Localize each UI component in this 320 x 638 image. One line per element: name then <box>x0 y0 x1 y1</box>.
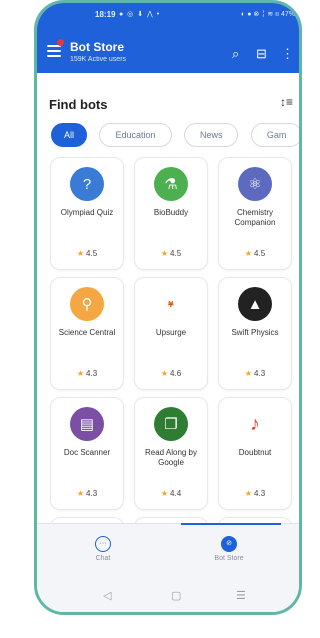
bot-name: Olympiad Quiz <box>60 208 114 217</box>
star-icon: ★ <box>244 369 253 378</box>
star-icon: ★ <box>76 489 85 498</box>
status-time: 18:19 <box>95 10 116 19</box>
bot-card-doubtnut[interactable]: ♪ Doubtnut ★ 4.3 <box>218 397 292 510</box>
bot-card-science-central[interactable]: ⚲ Science Central ★ 4.3 <box>50 277 124 390</box>
star-icon: ★ <box>160 489 169 498</box>
star-icon: ★ <box>160 369 169 378</box>
recents-icon[interactable]: ☰ <box>236 589 246 602</box>
rocket-icon: ▲ <box>238 287 272 321</box>
system-nav-bar: ◁ ▢ ☰ <box>37 581 299 612</box>
scan-icon[interactable]: ⊟ <box>256 46 267 62</box>
star-icon: ★ <box>244 249 253 258</box>
chat-icon: ··· <box>95 536 111 552</box>
bot-name: Chemistry Companion <box>234 208 276 227</box>
compass-icon: ⊘ <box>221 536 237 552</box>
chip-games[interactable]: Gam <box>250 123 299 147</box>
bot-name: Read Along by Google <box>144 448 198 467</box>
nav-bot-store[interactable]: ⊘ Bot Store <box>189 536 269 562</box>
status-icons-right: ◐ ● ⊗ ╎ ≋ ıı 47% <box>241 11 295 18</box>
bot-card-read-along[interactable]: ❐ Read Along by Google ★ 4.4 <box>134 397 208 510</box>
document-icon: ▤ <box>70 407 104 441</box>
status-bar: 18:19 ● ◎ ⬇ ⋀ • ◐ ● ⊗ ╎ ≋ ıı 47% <box>37 3 299 25</box>
status-icons-left: ● ◎ ⬇ ⋀ • <box>119 11 161 18</box>
bot-card-olympiad-quiz[interactable]: ? Olympiad Quiz ★ 4.5 <box>50 157 124 270</box>
phone-frame: 18:19 ● ◎ ⬇ ⋀ • ◐ ● ⊗ ╎ ≋ ıı 47% Bot Sto… <box>34 0 302 615</box>
book-icon: ❐ <box>154 407 188 441</box>
search-icon[interactable]: ⌕ <box>232 46 239 62</box>
bot-name: Upsurge <box>155 328 187 337</box>
bottom-nav: ··· Chat ⊘ Bot Store <box>37 523 299 581</box>
more-vertical-icon[interactable]: ⋮ <box>281 46 294 62</box>
magnifier-icon: ⚲ <box>70 287 104 321</box>
bot-rating: ★ 4.3 <box>76 369 98 378</box>
bot-rating: ★ 4.3 <box>76 489 98 498</box>
flask-icon: ⚛ <box>238 167 272 201</box>
bot-name: BioBuddy <box>153 208 189 217</box>
sort-icon[interactable]: ↕≡ <box>280 95 293 109</box>
active-tab-indicator <box>181 523 281 525</box>
star-icon: ★ <box>76 249 85 258</box>
bot-name: Science Central <box>58 328 116 337</box>
back-icon[interactable]: ◁ <box>103 589 111 602</box>
bot-rating: ★ 4.5 <box>160 249 182 258</box>
chip-news[interactable]: News <box>183 123 239 147</box>
menu-icon[interactable] <box>47 45 61 57</box>
bot-card-swift-physics[interactable]: ▲ Swift Physics ★ 4.3 <box>218 277 292 390</box>
chip-education[interactable]: Education <box>99 123 172 147</box>
microscope-icon: ⚗ <box>154 167 188 201</box>
nav-chat-label: Chat <box>95 555 111 562</box>
nav-chat[interactable]: ··· Chat <box>63 536 143 562</box>
bot-rating: ★ 4.5 <box>244 249 266 258</box>
app-title: Bot Store <box>70 40 124 54</box>
bot-name: Doc Scanner <box>63 448 111 457</box>
app-bar: 18:19 ● ◎ ⬇ ⋀ • ◐ ● ⊗ ╎ ≋ ıı 47% Bot Sto… <box>37 3 299 73</box>
bot-rating: ★ 4.5 <box>76 249 98 258</box>
bot-rating: ★ 4.4 <box>160 489 182 498</box>
upsurge-logo-icon: 🦊 <box>154 287 188 321</box>
doubtnut-logo-icon: ♪ <box>238 407 272 441</box>
bot-card-doc-scanner[interactable]: ▤ Doc Scanner ★ 4.3 <box>50 397 124 510</box>
bot-rating: ★ 4.6 <box>160 369 182 378</box>
star-icon: ★ <box>244 489 253 498</box>
bot-rating: ★ 4.3 <box>244 369 266 378</box>
bot-rating: ★ 4.3 <box>244 489 266 498</box>
star-icon: ★ <box>76 369 85 378</box>
category-chips: All Education News Gam <box>51 123 299 147</box>
active-users-count: 159K Active users <box>70 56 127 63</box>
bot-card-chemistry-companion[interactable]: ⚛ Chemistry Companion ★ 4.5 <box>218 157 292 270</box>
nav-bot-store-label: Bot Store <box>214 555 244 562</box>
chip-all[interactable]: All <box>51 123 88 147</box>
bot-card-upsurge[interactable]: 🦊 Upsurge ★ 4.6 <box>134 277 208 390</box>
quiz-icon: ? <box>70 167 104 201</box>
home-icon[interactable]: ▢ <box>171 589 181 602</box>
section-title: Find bots <box>49 97 108 112</box>
bot-name: Swift Physics <box>231 328 279 337</box>
star-icon: ★ <box>160 249 169 258</box>
notification-dot <box>57 39 64 46</box>
bot-card-biobuddy[interactable]: ⚗ BioBuddy ★ 4.5 <box>134 157 208 270</box>
bot-name: Doubtnut <box>238 448 272 457</box>
